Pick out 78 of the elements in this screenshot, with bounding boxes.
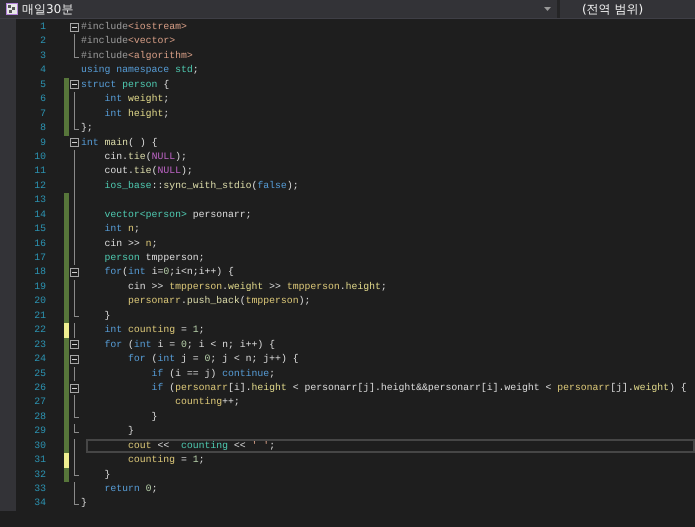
line-number: 28 — [33, 410, 46, 424]
code-line: } — [80, 496, 87, 510]
code-line: cin >> tmpperson.weight >> tmpperson.height; — [127, 280, 387, 294]
line-number: 9 — [39, 136, 46, 150]
line-number: 27 — [33, 395, 46, 410]
code-line: counting = 1; — [127, 453, 204, 468]
code-line: if (personarr[i].height < personarr[j].height&&personarr[i].weight < personarr[j].weight) { — [150, 380, 687, 395]
line-number: 22 — [33, 323, 46, 338]
caret-icon — [544, 7, 551, 11]
code-line: for (int j = 0; j < n; j++) { — [127, 352, 299, 366]
code-line: if (i == j) continue; — [150, 366, 276, 380]
collapse-button[interactable] — [70, 384, 79, 393]
line-number: 18 — [33, 265, 46, 280]
line-number: 30 — [33, 438, 46, 453]
line-number: 11 — [33, 164, 46, 178]
collapse-button[interactable] — [70, 268, 79, 278]
line-number: 2 — [39, 34, 46, 48]
code-line: } — [104, 308, 110, 323]
line-number: 16 — [33, 236, 46, 251]
line-number: 29 — [33, 424, 46, 438]
code-line: #include<iostream> — [80, 20, 187, 34]
collapse-button[interactable] — [70, 340, 79, 350]
code-line: cout << counting << ' '; — [127, 438, 276, 453]
code-line: return 0; — [104, 482, 158, 496]
code-line: cout.tie(NULL); — [104, 164, 193, 178]
line-number: 25 — [33, 366, 46, 380]
line-number: 7 — [39, 106, 46, 121]
line-number: 13 — [33, 193, 46, 208]
code-line: int weight; — [104, 92, 170, 106]
code-line: person tmpperson; — [104, 251, 204, 265]
line-number: 33 — [33, 482, 46, 496]
code-line: ios_base::sync_with_stdio(false); — [104, 178, 299, 193]
code-line: cin >> n; — [104, 236, 158, 251]
project-icon — [6, 3, 18, 15]
line-number: 3 — [39, 48, 46, 63]
code-line: }; — [80, 121, 93, 136]
code-line: struct person { — [80, 78, 170, 92]
line-number: 17 — [33, 251, 46, 265]
line-number: 23 — [33, 338, 46, 352]
scope-dropdown[interactable]: (전역 범위) — [560, 0, 695, 18]
collapse-button[interactable] — [70, 138, 79, 148]
collapse-button[interactable] — [70, 22, 79, 32]
code-line: for (int i = 0; i < n; i++) { — [104, 338, 276, 352]
code-line: int height; — [104, 106, 170, 121]
code-line: } — [104, 468, 110, 482]
line-number: 8 — [39, 121, 46, 136]
code-line: counting++; — [174, 395, 240, 410]
code-line: int counting = 1; — [104, 323, 205, 338]
line-number: 4 — [39, 63, 46, 78]
line-number: 20 — [33, 294, 46, 308]
file-dropdown[interactable]: 매일30분 — [0, 0, 560, 18]
collapse-button[interactable] — [70, 80, 79, 90]
code-line: int n; — [104, 222, 140, 236]
code-line: } — [150, 410, 158, 424]
code-line: } — [127, 424, 134, 438]
line-number: 14 — [33, 208, 46, 222]
line-number: 32 — [33, 468, 46, 482]
line-number: 10 — [33, 150, 46, 164]
code-line: int main( ) { — [80, 136, 158, 150]
line-number: 34 — [33, 496, 46, 510]
line-number: 24 — [33, 352, 46, 366]
code-line: vector<person> personarr; — [104, 208, 252, 222]
code-line: cin.tie(NULL); — [104, 150, 187, 164]
line-number: 19 — [33, 280, 46, 294]
code-line: #include<algorithm> — [80, 48, 193, 63]
code-line: for(int i=0;i<n;i++) { — [104, 265, 234, 280]
line-number: 6 — [39, 92, 46, 106]
code-line: personarr.push_back(tmpperson); — [127, 294, 310, 308]
line-number: 26 — [33, 380, 46, 395]
collapse-button[interactable] — [70, 354, 79, 364]
line-number: 31 — [33, 453, 46, 468]
line-number: 15 — [33, 222, 46, 236]
code-line: #include<vector> — [80, 34, 176, 48]
line-number: 21 — [33, 308, 46, 323]
code-line: using namespace std; — [80, 63, 199, 78]
line-number: 5 — [39, 78, 46, 92]
line-number: 12 — [33, 178, 46, 193]
line-number: 1 — [39, 20, 46, 34]
